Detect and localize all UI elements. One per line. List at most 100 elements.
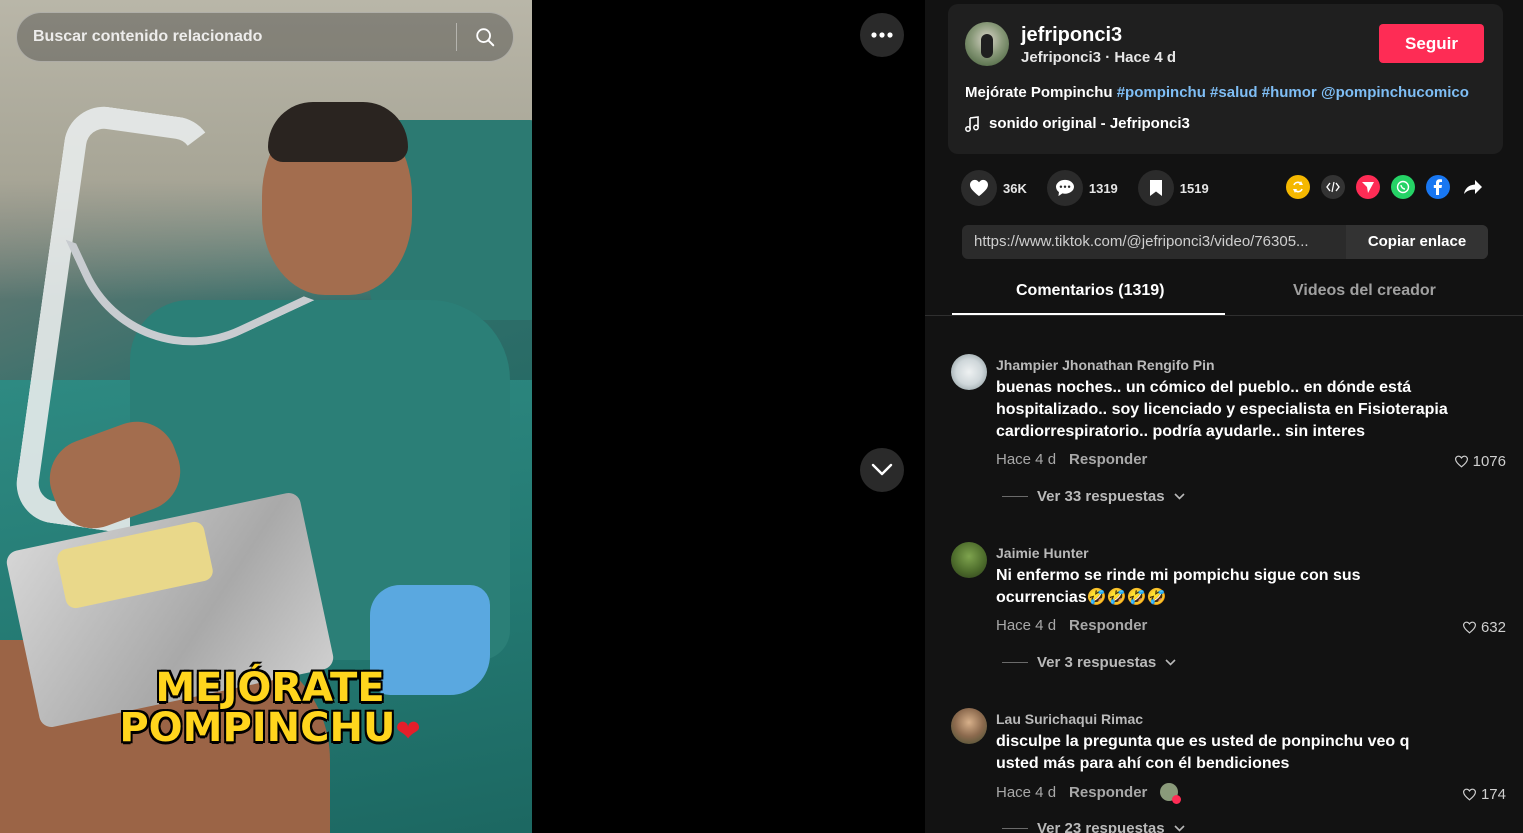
- avatar[interactable]: [965, 22, 1009, 66]
- search-bar[interactable]: Buscar contenido relacionado: [16, 12, 514, 62]
- send-icon[interactable]: [1356, 175, 1380, 199]
- next-video-button[interactable]: [860, 448, 904, 492]
- comment-tabs: Comentarios (1319) Videos del creador: [925, 270, 1523, 316]
- search-input[interactable]: Buscar contenido relacionado: [17, 28, 456, 46]
- comment-meta: Hace 4 d Responder: [996, 617, 1147, 634]
- hashtag-link[interactable]: #humor: [1262, 84, 1317, 101]
- replies-divider: [1002, 828, 1028, 829]
- comment-author[interactable]: Jaimie Hunter: [996, 545, 1089, 561]
- reply-button[interactable]: Responder: [1069, 617, 1147, 634]
- comment-icon: [1055, 179, 1074, 197]
- more-options-button[interactable]: [860, 13, 904, 57]
- comment-like-button[interactable]: 632: [1462, 619, 1506, 636]
- chevron-down-icon: [1174, 493, 1185, 500]
- comment-text: buenas noches.. un cómico del pueblo.. e…: [996, 379, 1448, 440]
- comment-like-button[interactable]: 1076: [1454, 453, 1506, 470]
- action-bar: 36K 1319 1519: [961, 170, 1229, 206]
- post-info-card: jefriponci3 Jefriponci3 · Hace 4 d Segui…: [948, 4, 1503, 154]
- search-icon: [476, 28, 495, 47]
- mention-link[interactable]: @pompinchucomico: [1321, 84, 1469, 101]
- music-note-icon: [965, 115, 979, 132]
- comment-author[interactable]: Jhampier Jhonathan Rengifo Pin: [996, 357, 1215, 373]
- like-button[interactable]: [961, 170, 997, 206]
- like-count: 36K: [1003, 180, 1027, 196]
- comment-author[interactable]: Lau Surichaqui Rimac: [996, 711, 1143, 727]
- search-button[interactable]: [457, 13, 513, 61]
- music-label: sonido original - Jefriponci3: [989, 115, 1190, 132]
- facebook-icon[interactable]: [1426, 175, 1450, 199]
- comment-item: Jaimie Hunter Ni enfermo se rinde mi pom…: [951, 542, 1516, 682]
- video-caption-overlay: MEJÓRATE POMPINCHU❤: [100, 668, 440, 752]
- active-tab-indicator: [952, 313, 1225, 315]
- share-arrow-icon[interactable]: [1461, 175, 1485, 199]
- avatar[interactable]: [951, 354, 987, 390]
- comment-item: Jhampier Jhonathan Rengifo Pin buenas no…: [951, 354, 1516, 514]
- chevron-down-icon: [1165, 659, 1176, 666]
- description-text: Mejórate Pompinchu: [965, 84, 1113, 101]
- comment-text: Ni enfermo se rinde mi pompichu sigue co…: [996, 567, 1361, 606]
- tab-creator-videos[interactable]: Videos del creador: [1293, 282, 1436, 300]
- comment-like-count: 1076: [1472, 453, 1506, 470]
- video-person-hair: [268, 102, 408, 162]
- avatar[interactable]: [951, 708, 987, 744]
- comment-count: 1319: [1088, 180, 1118, 196]
- view-replies-button[interactable]: Ver 23 respuestas: [1002, 820, 1185, 833]
- music-row[interactable]: sonido original - Jefriponci3: [965, 115, 1190, 132]
- post-description: Mejórate Pompinchu #pompinchu #salud #hu…: [965, 84, 1469, 101]
- video-player[interactable]: MEJÓRATE POMPINCHU❤: [0, 0, 532, 833]
- author-subline: Jefriponci3 · Hace 4 d: [1021, 49, 1177, 66]
- link-row: https://www.tiktok.com/@jefriponci3/vide…: [962, 225, 1488, 259]
- comment-time: Hace 4 d: [996, 617, 1057, 634]
- comment-meta: Hace 4 d Responder: [996, 783, 1182, 804]
- chevron-down-icon: [1174, 825, 1185, 832]
- save-action[interactable]: 1519: [1137, 170, 1209, 206]
- comment-action[interactable]: 1319: [1046, 170, 1118, 206]
- side-panel: jefriponci3 Jefriponci3 · Hace 4 d Segui…: [925, 0, 1523, 833]
- whatsapp-icon[interactable]: [1391, 175, 1415, 199]
- overlay-line-1: MEJÓRATE: [155, 665, 385, 711]
- heart-icon: [970, 179, 988, 197]
- comment-text: disculpe la pregunta que es usted de pon…: [996, 733, 1410, 772]
- view-replies-label: Ver 33 respuestas: [1037, 488, 1165, 505]
- comment-time: Hace 4 d: [996, 783, 1057, 801]
- chevron-down-icon: [871, 463, 893, 476]
- comment-like-button[interactable]: 174: [1462, 786, 1506, 803]
- follow-button[interactable]: Seguir: [1379, 24, 1484, 63]
- reply-button[interactable]: Responder: [1069, 451, 1147, 468]
- share-icons: [1286, 175, 1485, 199]
- view-replies-button[interactable]: Ver 33 respuestas: [1002, 488, 1185, 505]
- overlay-line-2: POMPINCHU: [119, 705, 396, 751]
- view-replies-label: Ver 23 respuestas: [1037, 820, 1165, 833]
- replies-divider: [1002, 662, 1028, 663]
- copy-link-button[interactable]: Copiar enlace: [1346, 225, 1488, 259]
- comment-button[interactable]: [1046, 170, 1083, 206]
- tab-comments[interactable]: Comentarios (1319): [1016, 282, 1165, 300]
- avatar[interactable]: [951, 542, 987, 578]
- hashtag-link[interactable]: #salud: [1210, 84, 1258, 101]
- username[interactable]: jefriponci3: [1021, 24, 1122, 47]
- reply-button[interactable]: Responder: [1069, 784, 1147, 801]
- comment-like-count: 632: [1480, 619, 1506, 636]
- heart-outline-icon: [1462, 621, 1476, 634]
- embed-icon[interactable]: [1321, 175, 1345, 199]
- heart-outline-icon: [1462, 788, 1476, 801]
- bookmark-icon: [1149, 180, 1162, 196]
- hashtag-link[interactable]: #pompinchu: [1117, 84, 1206, 101]
- heart-outline-icon: [1454, 455, 1468, 468]
- view-replies-label: Ver 3 respuestas: [1037, 654, 1157, 671]
- repost-icon[interactable]: [1286, 175, 1310, 199]
- view-replies-button[interactable]: Ver 3 respuestas: [1002, 654, 1176, 671]
- save-button[interactable]: [1137, 170, 1174, 206]
- creator-liked-avatar: [1160, 783, 1182, 804]
- replies-divider: [1002, 496, 1028, 497]
- comment-item: Lau Surichaqui Rimac disculpe la pregunt…: [951, 708, 1516, 833]
- save-count: 1519: [1179, 180, 1209, 196]
- creator-liked-heart-icon: [1172, 795, 1182, 804]
- comment-like-count: 174: [1480, 786, 1506, 803]
- more-icon: [871, 32, 893, 38]
- comment-meta: Hace 4 d Responder: [996, 451, 1147, 468]
- comment-time: Hace 4 d: [996, 451, 1057, 468]
- video-area: MEJÓRATE POMPINCHU❤ Buscar contenido rel…: [0, 0, 925, 833]
- video-url-field[interactable]: https://www.tiktok.com/@jefriponci3/vide…: [962, 225, 1346, 259]
- like-action[interactable]: 36K: [961, 170, 1027, 206]
